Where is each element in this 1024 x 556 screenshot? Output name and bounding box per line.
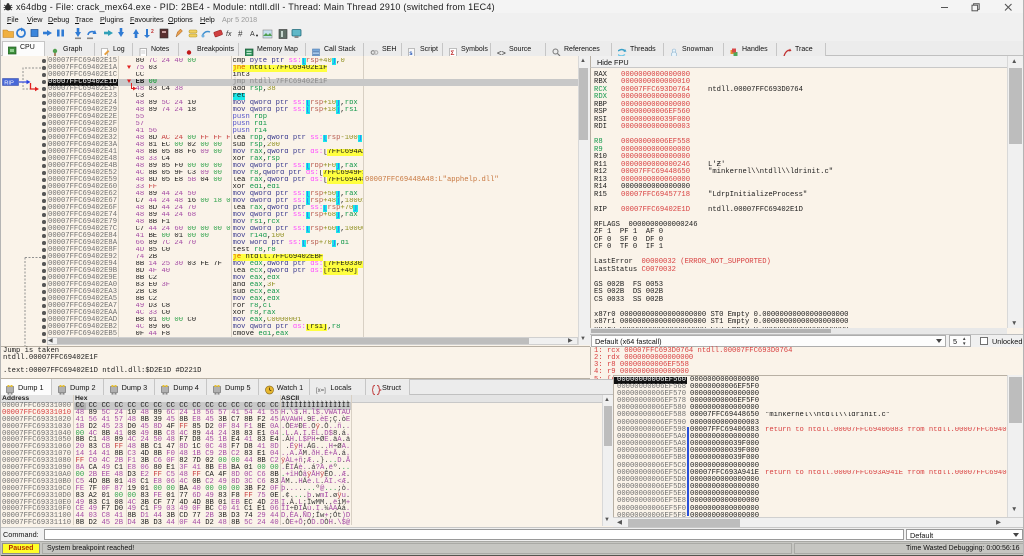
svg-text:#: # [238,30,243,39]
svg-text:2: 2 [151,29,154,35]
svg-text:[x=]: [x=] [316,388,326,394]
svg-text:A: A [250,31,255,38]
svg-text:RIP: RIP [4,80,14,86]
svg-text:fx: fx [226,31,232,38]
